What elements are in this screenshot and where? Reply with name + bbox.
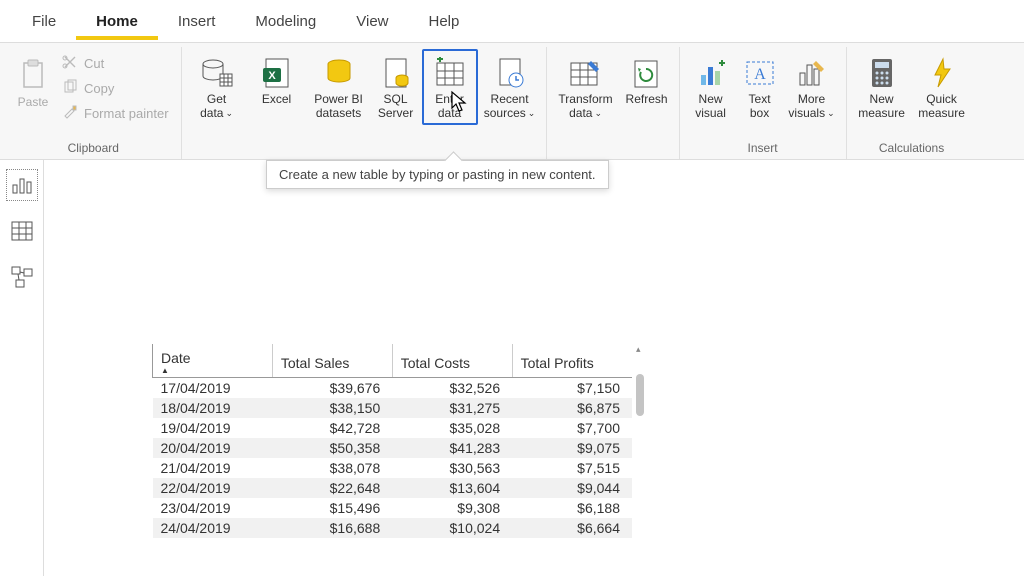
svg-text:A: A (754, 66, 766, 83)
transform-icon (569, 53, 603, 93)
report-canvas[interactable]: Create a new table by typing or pasting … (44, 160, 1024, 576)
scroll-up-icon[interactable]: ▴ (636, 344, 641, 355)
table-row[interactable]: 17/04/2019$39,676$32,526$7,150 (153, 378, 633, 399)
format-painter-button[interactable]: Format painter (60, 103, 171, 124)
col-sales[interactable]: Total Sales (272, 344, 392, 378)
group-queries: Transform data⌄ Refresh (547, 47, 680, 159)
col-costs[interactable]: Total Costs (392, 344, 512, 378)
data-view-button[interactable] (7, 216, 37, 246)
copy-icon (62, 79, 78, 98)
col-profits[interactable]: Total Profits (512, 344, 632, 378)
group-data: Get data⌄ X Excel Power BI datasets SQL … (182, 47, 547, 159)
table-plus-icon (433, 53, 467, 93)
group-calculations: New measure Quick measure Calculations (847, 47, 977, 159)
table-row[interactable]: 19/04/2019$42,728$35,028$7,700 (153, 418, 633, 438)
tab-file[interactable]: File (12, 3, 76, 40)
enter-data-button[interactable]: Enter data (422, 49, 478, 125)
tab-home[interactable]: Home (76, 3, 158, 40)
report-view-button[interactable] (7, 170, 37, 200)
new-measure-button[interactable]: New measure (853, 49, 911, 121)
refresh-button[interactable]: Refresh (621, 49, 673, 107)
sql-icon (383, 53, 409, 93)
bar-chart-icon (11, 175, 33, 195)
group-clipboard: Paste Cut Copy (6, 47, 182, 159)
new-visual-button[interactable]: New visual (686, 49, 736, 121)
clipboard-icon (19, 53, 47, 95)
tab-modeling[interactable]: Modeling (235, 3, 336, 40)
table-row[interactable]: 20/04/2019$50,358$41,283$9,075 (153, 438, 633, 458)
more-visuals-button[interactable]: More visuals⌄ (784, 49, 840, 121)
model-view-button[interactable] (7, 262, 37, 292)
model-icon (11, 266, 33, 288)
powerbi-icon (324, 53, 354, 93)
scissors-icon (62, 54, 78, 73)
menu-tabs: File Home Insert Modeling View Help (0, 0, 1024, 42)
group-insert: New visual A Text box More visuals⌄ Inse… (680, 47, 847, 159)
paste-button[interactable]: Paste (12, 49, 54, 109)
table-row[interactable]: 22/04/2019$22,648$13,604$9,044 (153, 478, 633, 498)
tab-view[interactable]: View (336, 3, 408, 40)
svg-text:X: X (268, 70, 276, 82)
brush-icon (62, 104, 78, 123)
calculator-icon (869, 53, 895, 93)
sql-server-button[interactable]: SQL Server (372, 49, 420, 121)
recent-icon (496, 53, 524, 93)
transform-data-button[interactable]: Transform data⌄ (553, 49, 619, 121)
get-data-button[interactable]: Get data⌄ (188, 49, 246, 121)
table-row[interactable]: 18/04/2019$38,150$31,275$6,875 (153, 398, 633, 418)
text-box-button[interactable]: A Text box (738, 49, 782, 121)
excel-icon: X (263, 53, 291, 93)
recent-sources-button[interactable]: Recent sources⌄ (480, 49, 540, 121)
table-row[interactable]: 24/04/2019$16,688$10,024$6,664 (153, 518, 633, 538)
pbi-datasets-button[interactable]: Power BI datasets (308, 49, 370, 121)
table-row[interactable]: 21/04/2019$38,078$30,563$7,515 (153, 458, 633, 478)
excel-button[interactable]: X Excel (248, 49, 306, 107)
table-row[interactable]: 23/04/2019$15,496$9,308$6,188 (153, 498, 633, 518)
data-table-visual[interactable]: Date▲ Total Sales Total Costs Total Prof… (152, 344, 632, 538)
ribbon: Paste Cut Copy (0, 42, 1024, 160)
database-icon (200, 53, 234, 93)
tab-help[interactable]: Help (409, 3, 480, 40)
tab-insert[interactable]: Insert (158, 3, 236, 40)
chart-pencil-icon (796, 53, 828, 93)
quick-measure-button[interactable]: Quick measure (913, 49, 971, 121)
table-header-row: Date▲ Total Sales Total Costs Total Prof… (153, 344, 633, 378)
table-scrollbar[interactable]: ▴ (634, 344, 646, 564)
view-rail (0, 160, 44, 576)
lightning-icon (931, 53, 953, 93)
chart-plus-icon (695, 53, 727, 93)
refresh-icon (632, 53, 662, 93)
scroll-thumb[interactable] (636, 374, 644, 416)
textbox-icon: A (744, 53, 776, 93)
cut-button[interactable]: Cut (60, 53, 171, 74)
copy-button[interactable]: Copy (60, 78, 171, 99)
enter-data-tooltip: Create a new table by typing or pasting … (266, 160, 609, 189)
table-icon (11, 221, 33, 241)
col-date[interactable]: Date▲ (153, 344, 273, 378)
